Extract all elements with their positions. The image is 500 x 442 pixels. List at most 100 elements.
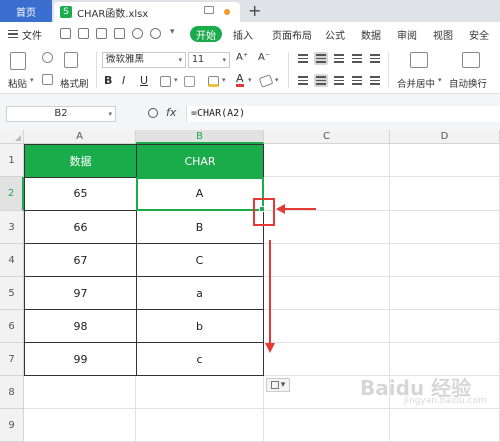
column-header-c[interactable]: C <box>264 130 390 144</box>
row-header-3[interactable]: 3 <box>0 211 24 244</box>
shrink-font-button[interactable]: A⁻ <box>258 52 270 63</box>
cell-d6[interactable] <box>390 310 500 343</box>
eraser-icon[interactable] <box>258 74 274 88</box>
merge-dropdown-icon[interactable]: ▾ <box>438 76 442 84</box>
cell-b2[interactable]: A <box>136 177 264 211</box>
indent-icon[interactable] <box>350 52 364 65</box>
font-color-button[interactable]: A <box>236 73 244 87</box>
cell-b4[interactable]: C <box>136 244 264 277</box>
menu-formulas[interactable]: 公式 <box>325 22 345 46</box>
open-icon[interactable] <box>78 28 89 39</box>
cell-a1[interactable]: 数据 <box>24 144 137 178</box>
cell-c5[interactable] <box>264 277 390 310</box>
wrap-text-label[interactable]: 自动换行 <box>449 76 487 90</box>
merge-center-icon[interactable] <box>410 52 428 68</box>
column-header-b[interactable]: B <box>136 130 264 144</box>
select-all-corner[interactable] <box>0 130 24 144</box>
font-color-dropdown-icon[interactable]: ▾ <box>248 76 252 84</box>
paste-icon[interactable] <box>10 52 26 70</box>
cell-c1[interactable] <box>264 144 390 177</box>
tab-file[interactable]: S CHAR函数.xlsx <box>54 2 240 22</box>
menu-view[interactable]: 视图 <box>433 22 453 46</box>
menu-data[interactable]: 数据 <box>361 22 381 46</box>
column-header-a[interactable]: A <box>24 130 136 144</box>
align-middle-icon[interactable] <box>314 52 328 65</box>
cell-d9[interactable] <box>390 409 500 442</box>
format-painter-icon[interactable] <box>64 52 78 68</box>
cell-a9[interactable] <box>24 409 136 442</box>
paste-options-button[interactable]: ▾ <box>266 378 290 392</box>
cell-c4[interactable] <box>264 244 390 277</box>
menu-insert[interactable]: 插入 <box>233 22 253 46</box>
eraser-dropdown-icon[interactable]: ▾ <box>275 76 279 84</box>
cell-a2[interactable]: 65 <box>24 177 137 211</box>
cell-d4[interactable] <box>390 244 500 277</box>
cell-a8[interactable] <box>24 376 136 409</box>
cell-b1[interactable]: CHAR <box>136 144 264 178</box>
cell-d5[interactable] <box>390 277 500 310</box>
cell-a3[interactable]: 66 <box>24 211 137 244</box>
tab-home[interactable]: 首页 <box>0 0 52 22</box>
paste-label[interactable]: 粘贴 <box>8 76 27 90</box>
menu-start-tab[interactable]: 开始 <box>190 26 222 42</box>
font-name-select[interactable]: 微软雅黑 ▾ <box>102 52 186 68</box>
align-center-icon[interactable] <box>314 74 328 87</box>
quick-access-more-icon[interactable]: ▾ <box>170 27 175 37</box>
cell-c3[interactable] <box>264 211 390 244</box>
cell-c9[interactable] <box>264 409 390 442</box>
cell-d2[interactable] <box>390 177 500 211</box>
fill-color-icon[interactable] <box>208 76 219 87</box>
distribute-icon[interactable] <box>368 74 382 87</box>
justify-icon[interactable] <box>350 74 364 87</box>
name-box[interactable]: B2 ▾ <box>6 106 116 122</box>
row-header-2[interactable]: 2 <box>0 177 24 211</box>
cell-d3[interactable] <box>390 211 500 244</box>
cut-icon[interactable] <box>42 52 53 63</box>
align-left-icon[interactable] <box>296 74 310 87</box>
cell-b6[interactable]: b <box>136 310 264 343</box>
format-painter-label[interactable]: 格式刷 <box>60 76 89 90</box>
merge-center-label[interactable]: 合并居中 <box>397 76 435 90</box>
cell-a7[interactable]: 99 <box>24 343 137 376</box>
row-header-6[interactable]: 6 <box>0 310 24 343</box>
formula-input[interactable]: =CHAR(A2) <box>186 106 500 122</box>
border-icon[interactable] <box>160 76 171 87</box>
cell-c6[interactable] <box>264 310 390 343</box>
cell-b8[interactable] <box>136 376 264 409</box>
border-dropdown-icon[interactable]: ▾ <box>174 76 178 84</box>
cell-a6[interactable]: 98 <box>24 310 137 343</box>
bold-button[interactable]: B <box>104 74 112 87</box>
cell-a5[interactable]: 97 <box>24 277 137 310</box>
font-size-select[interactable]: 11 ▾ <box>188 52 230 68</box>
row-header-9[interactable]: 9 <box>0 409 24 442</box>
italic-button[interactable]: I <box>122 74 125 87</box>
fx-icon[interactable]: fx <box>166 106 176 119</box>
zoom-icon[interactable] <box>148 108 158 118</box>
redo-icon[interactable] <box>150 28 161 39</box>
cell-b7[interactable]: c <box>136 343 264 376</box>
row-header-5[interactable]: 5 <box>0 277 24 310</box>
row-header-1[interactable]: 1 <box>0 144 24 177</box>
print-icon[interactable] <box>96 28 107 39</box>
menu-review[interactable]: 审阅 <box>397 22 417 46</box>
grow-font-button[interactable]: A⁺ <box>236 52 248 63</box>
align-bottom-icon[interactable] <box>332 52 346 65</box>
cell-a4[interactable]: 67 <box>24 244 137 277</box>
row-header-7[interactable]: 7 <box>0 343 24 376</box>
grid-icon[interactable] <box>184 76 195 87</box>
undo-icon[interactable] <box>132 28 143 39</box>
copy-icon[interactable] <box>42 74 53 85</box>
fill-color-dropdown-icon[interactable]: ▾ <box>222 76 226 84</box>
cell-b3[interactable]: B <box>136 211 264 244</box>
align-right-icon[interactable] <box>332 74 346 87</box>
new-tab-button[interactable]: + <box>248 1 261 20</box>
wrap-text-icon[interactable] <box>462 52 480 68</box>
align-top-icon[interactable] <box>296 52 310 65</box>
underline-button[interactable]: U <box>140 74 148 87</box>
menu-page-layout[interactable]: 页面布局 <box>272 22 312 46</box>
cell-b5[interactable]: a <box>136 277 264 310</box>
preview-icon[interactable] <box>114 28 125 39</box>
paste-dropdown-icon[interactable]: ▾ <box>30 76 34 84</box>
column-header-d[interactable]: D <box>390 130 500 144</box>
row-header-4[interactable]: 4 <box>0 244 24 277</box>
